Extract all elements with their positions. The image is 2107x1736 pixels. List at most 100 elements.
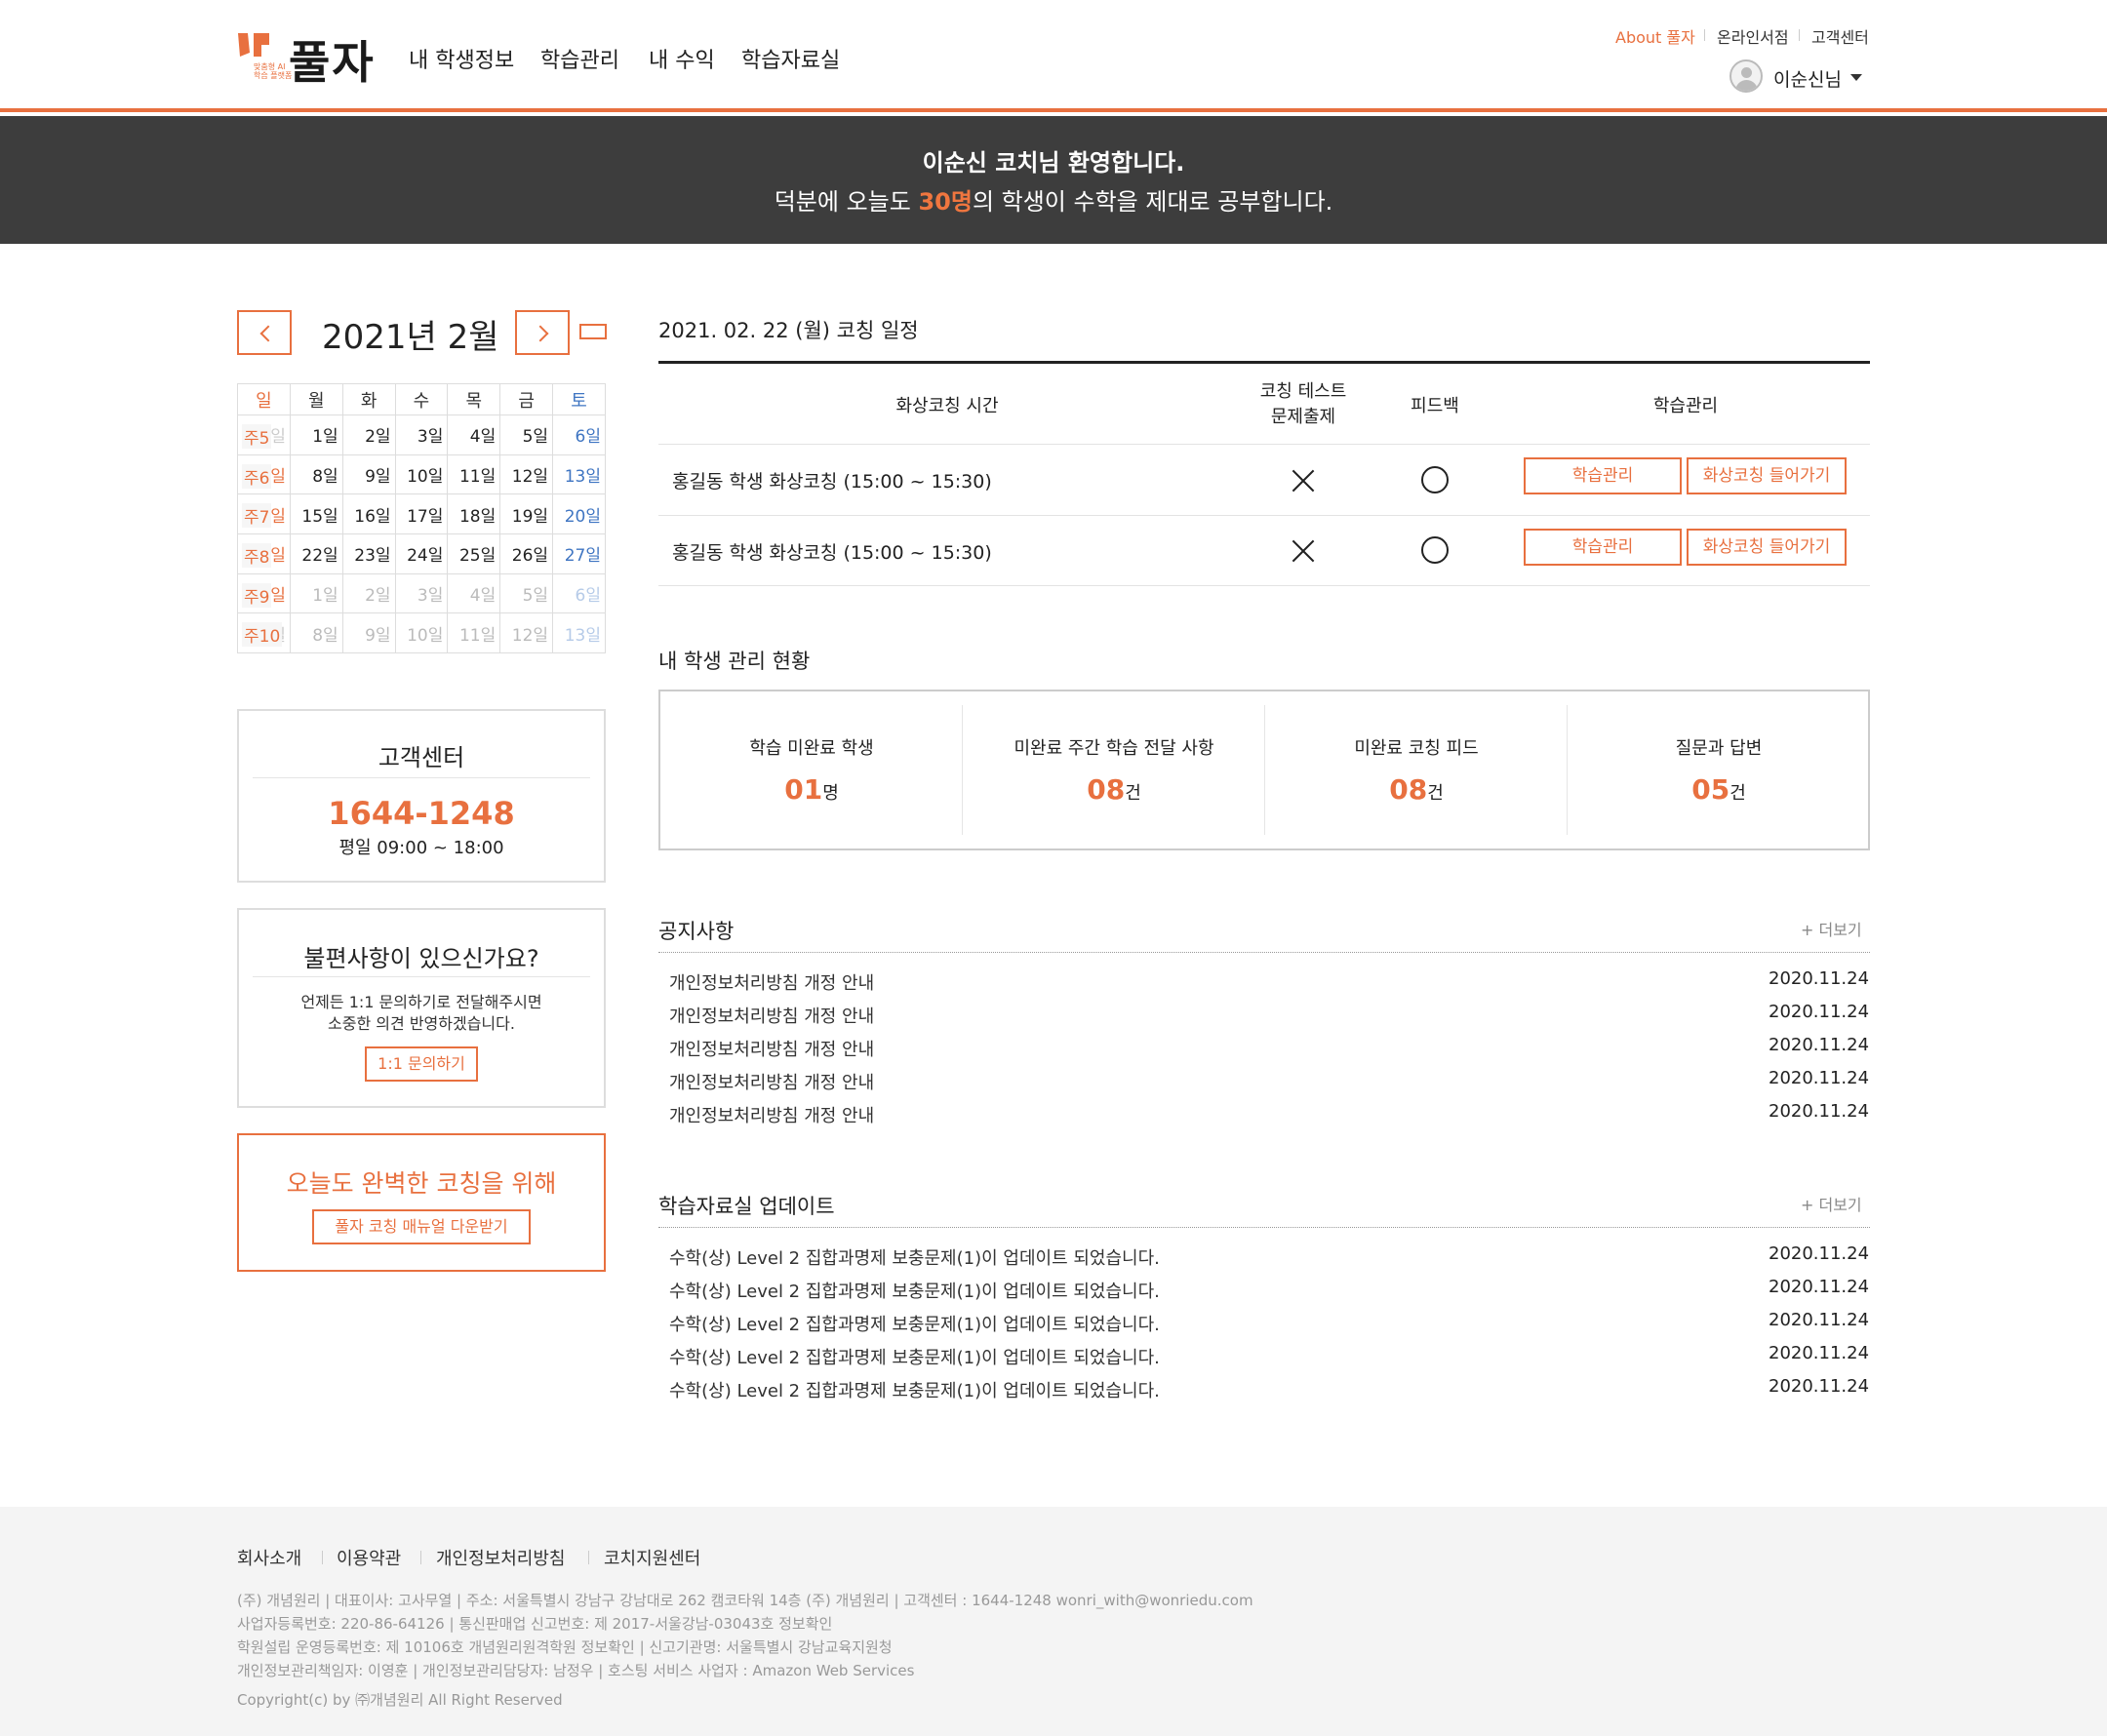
- x-mark-icon: [1291, 468, 1316, 493]
- calendar-day[interactable]: 16일: [341, 493, 396, 535]
- circle-mark-icon: [1421, 466, 1449, 493]
- notice-item[interactable]: 개인정보처리방침 개정 안내: [669, 1102, 874, 1127]
- calendar-day[interactable]: 8일: [289, 612, 343, 654]
- enter-video-coaching-button[interactable]: 화상코칭 들어가기: [1687, 457, 1847, 494]
- calendar-day[interactable]: 6일: [552, 572, 606, 614]
- calendar-day-selected[interactable]: 22일: [289, 533, 343, 574]
- calendar-day[interactable]: 2일: [341, 414, 396, 455]
- learning-management-button[interactable]: 학습관리: [1524, 529, 1682, 566]
- user-name[interactable]: 이순신님: [1773, 65, 1842, 92]
- calendar-day[interactable]: 9일: [341, 612, 396, 654]
- calendar-day[interactable]: 주821일: [237, 533, 291, 574]
- calendar-day[interactable]: 24일: [394, 533, 449, 574]
- notice-item[interactable]: 개인정보처리방침 개정 안내: [669, 1036, 874, 1061]
- calendar-day[interactable]: 20일: [552, 493, 606, 535]
- week-number-label: 주7: [242, 503, 272, 529]
- calendar-day[interactable]: 1일: [289, 414, 343, 455]
- calendar-day[interactable]: 12일: [499, 454, 554, 495]
- calendar-day[interactable]: 1일: [289, 572, 343, 614]
- calendar-day[interactable]: 11일: [447, 612, 501, 654]
- calendar-day[interactable]: 4일: [447, 572, 501, 614]
- material-item[interactable]: 수학(상) Level 2 집합과명제 보충문제(1)이 업데이트 되었습니다.: [669, 1244, 1160, 1270]
- stat-incomplete-students[interactable]: 학습 미완료 학생 01명: [660, 691, 963, 848]
- calendar-next-button[interactable]: [515, 310, 570, 355]
- footer-link-company[interactable]: 회사소개: [237, 1545, 301, 1570]
- material-date: 2020.11.24: [1769, 1343, 1870, 1363]
- calendar-day[interactable]: 10일: [394, 612, 449, 654]
- student-count-highlight: 30명: [918, 188, 973, 216]
- user-avatar-icon[interactable]: [1729, 59, 1763, 93]
- footer-link-privacy[interactable]: 개인정보처리방침: [436, 1545, 565, 1570]
- calendar-day[interactable]: 3일: [394, 414, 449, 455]
- calendar-day[interactable]: 5일: [499, 572, 554, 614]
- material-item[interactable]: 수학(상) Level 2 집합과명제 보충문제(1)이 업데이트 되었습니다.: [669, 1311, 1160, 1336]
- calendar-day[interactable]: 9일: [341, 454, 396, 495]
- footer-company-info: (주) 개념원리 | 대표이사: 고사무열 | 주소: 서울특별시 강남구 강남…: [237, 1592, 1253, 1609]
- calendar-day[interactable]: 2일: [341, 572, 396, 614]
- nav-materials[interactable]: 학습자료실: [741, 43, 840, 74]
- calendar-day[interactable]: 23일: [341, 533, 396, 574]
- one-on-one-inquiry-button[interactable]: 1:1 문의하기: [365, 1046, 478, 1082]
- calendar-day[interactable]: 주714일: [237, 493, 291, 535]
- calendar-day[interactable]: 18일: [447, 493, 501, 535]
- calendar-day[interactable]: 26일: [499, 533, 554, 574]
- download-manual-button[interactable]: 풀자 코칭 매뉴얼 다운받기: [312, 1209, 531, 1244]
- calendar-prev-button[interactable]: [237, 310, 292, 355]
- calendar-day[interactable]: 주6 7일: [237, 454, 291, 495]
- materials-more-link[interactable]: + 더보기: [1801, 1192, 1862, 1215]
- stat-weekly-messages[interactable]: 미완료 주간 학습 전달 사항 08건: [963, 691, 1265, 848]
- calendar-day[interactable]: 12일: [499, 612, 554, 654]
- stat-qna[interactable]: 질문과 답변 05건: [1568, 691, 1870, 848]
- util-link-bookstore[interactable]: 온라인서점: [1717, 24, 1789, 48]
- calendar-day[interactable]: 8일: [289, 454, 343, 495]
- enter-video-coaching-button[interactable]: 화상코칭 들어가기: [1687, 529, 1847, 566]
- calendar-day[interactable]: 17일: [394, 493, 449, 535]
- logo-tagline: 맞춤형 AI 학습 플랫폼: [254, 62, 293, 80]
- nav-student-info[interactable]: 내 학생정보: [409, 43, 514, 74]
- material-item[interactable]: 수학(상) Level 2 집합과명제 보충문제(1)이 업데이트 되었습니다.: [669, 1377, 1160, 1402]
- calendar-day[interactable]: 13일: [552, 612, 606, 654]
- calendar-view-toggle-icon[interactable]: [579, 324, 607, 339]
- util-link-customer-center[interactable]: 고객센터: [1811, 24, 1869, 48]
- footer-divider: [420, 1551, 421, 1564]
- calendar-day[interactable]: 3일: [394, 572, 449, 614]
- weekday-thu: 목: [447, 383, 501, 415]
- calendar-day[interactable]: 19일: [499, 493, 554, 535]
- calendar-day[interactable]: 25일: [447, 533, 501, 574]
- learning-management-button[interactable]: 학습관리: [1524, 457, 1682, 494]
- notice-item[interactable]: 개인정보처리방침 개정 안내: [669, 969, 874, 995]
- calendar-day[interactable]: 4일: [447, 414, 501, 455]
- inquiry-description: 언제든 1:1 문의하기로 전달해주시면 소중한 의견 반영하겠습니다.: [300, 993, 542, 1033]
- footer-link-coach-support[interactable]: 코치지원센터: [604, 1545, 700, 1570]
- calendar-day[interactable]: 주531일: [237, 414, 291, 455]
- calendar-day[interactable]: 5일: [499, 414, 554, 455]
- site-logo[interactable]: 맞춤형 AI 학습 플랫폼 풀자: [236, 27, 378, 89]
- calendar-day[interactable]: 10일: [394, 454, 449, 495]
- calendar-day[interactable]: 13일: [552, 454, 606, 495]
- calendar-day[interactable]: 15일: [289, 493, 343, 535]
- inquiry-title: 불편사항이 있으신가요?: [303, 945, 539, 972]
- row-divider: [658, 515, 1870, 516]
- calendar-day[interactable]: 11일: [447, 454, 501, 495]
- calendar-day[interactable]: 6일: [552, 414, 606, 455]
- calendar-day[interactable]: 주107일: [237, 612, 291, 654]
- nav-my-revenue[interactable]: 내 수익: [649, 43, 715, 74]
- row-divider: [658, 444, 1870, 445]
- customer-center-box: 고객센터 1644-1248 평일 09:00 ~ 18:00: [237, 709, 606, 883]
- nav-learning-management[interactable]: 학습관리: [540, 43, 619, 74]
- stat-coaching-feed[interactable]: 미완료 코칭 피드 08건: [1265, 691, 1568, 848]
- calendar-day[interactable]: 27일: [552, 533, 606, 574]
- calendar-day[interactable]: 주928일: [237, 572, 291, 614]
- notice-item[interactable]: 개인정보처리방침 개정 안내: [669, 1003, 874, 1028]
- material-item[interactable]: 수학(상) Level 2 집합과명제 보충문제(1)이 업데이트 되었습니다.: [669, 1344, 1160, 1369]
- schedule-header-test: 코칭 테스트 문제출제: [1259, 381, 1347, 427]
- footer-link-terms[interactable]: 이용약관: [337, 1545, 401, 1570]
- notice-item[interactable]: 개인정보처리방침 개정 안내: [669, 1069, 874, 1094]
- schedule-header-manage: 학습관리: [1652, 396, 1719, 416]
- caret-down-icon[interactable]: [1850, 74, 1862, 81]
- material-date: 2020.11.24: [1769, 1277, 1870, 1297]
- divider: [253, 976, 590, 977]
- material-item[interactable]: 수학(상) Level 2 집합과명제 보충문제(1)이 업데이트 되었습니다.: [669, 1278, 1160, 1303]
- notices-more-link[interactable]: + 더보기: [1801, 917, 1862, 940]
- util-link-about[interactable]: About 풀자: [1615, 24, 1695, 48]
